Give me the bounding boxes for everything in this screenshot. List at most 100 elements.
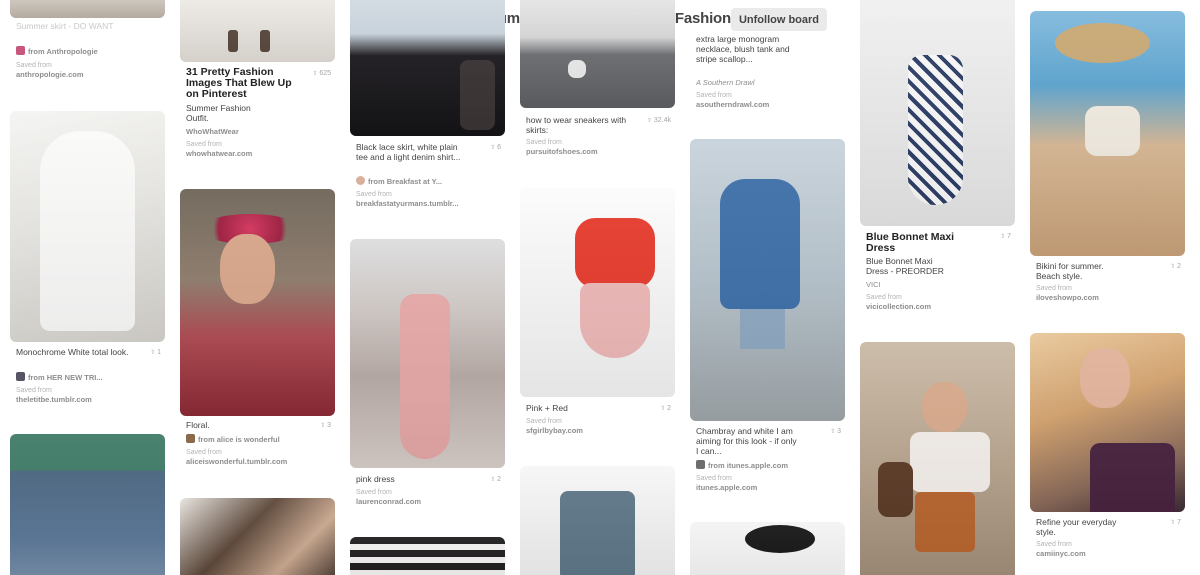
pin-saved-from[interactable]: Saved from itunes.apple.com (696, 474, 757, 492)
repin-count: 2 (660, 405, 671, 412)
repin-count: 3 (830, 428, 841, 435)
image-shape (460, 60, 495, 130)
pin-card[interactable]: pink dress 2 Saved fromlaurenconrad.com (350, 239, 505, 509)
pin-description: Refine your everyday style. (1036, 517, 1117, 537)
pin-image[interactable] (520, 0, 675, 108)
image-shape (910, 432, 990, 492)
pin-image[interactable] (350, 0, 505, 136)
pin-card[interactable] (690, 522, 845, 575)
pin-saved-from[interactable]: Saved from whowhatwear.com (186, 140, 252, 158)
saved-site: itunes.apple.com (696, 483, 758, 492)
pin-image[interactable] (1030, 11, 1185, 256)
pin-saved-from[interactable]: Saved from camiinyc.com (1036, 540, 1086, 558)
pin-image[interactable] (10, 111, 165, 342)
repin-count: 1 (150, 349, 161, 356)
pin-card[interactable] (520, 466, 675, 575)
pin-card[interactable]: Chambray and white I am aiming for this … (690, 139, 845, 499)
pin-source[interactable]: from alice is wonderful (186, 434, 331, 444)
pin-image[interactable] (860, 0, 1015, 226)
pin-source[interactable]: from itunes.apple.com (696, 460, 841, 470)
pin-saved-from[interactable]: Saved from pursuitofshoes.com (526, 138, 598, 156)
pin-source[interactable]: from Breakfast at Y... (356, 176, 501, 186)
pin-saved-from[interactable]: Saved from laurenconrad.com (356, 488, 421, 506)
saved-from-label: Saved from (696, 92, 732, 99)
image-shape (1055, 23, 1150, 63)
pin-saved-from[interactable]: Saved from aliceiswonderful.tumblr.com (186, 448, 287, 466)
saved-site: camiinyc.com (1036, 549, 1086, 558)
image-shape (915, 492, 975, 552)
pin-image[interactable] (1030, 333, 1185, 512)
pin-saved-from[interactable]: Saved from asoutherndrawl.com (696, 91, 769, 109)
saved-from-label: Saved from (1036, 541, 1072, 548)
pin-card[interactable] (10, 434, 165, 575)
pin-card[interactable] (350, 537, 505, 575)
pin-image[interactable] (350, 239, 505, 468)
image-shape (922, 382, 967, 432)
pin-image[interactable] (10, 0, 165, 18)
pin-image[interactable] (180, 0, 335, 62)
pin-card[interactable]: Blue Bonnet Maxi Dress 7 Blue Bonnet Max… (860, 0, 1015, 320)
pin-card[interactable]: Monochrome White total look. 1 from HER … (10, 111, 165, 411)
pin-source-label: from Anthropologie (28, 47, 98, 56)
pin-card[interactable]: extra large monogram necklace, blush tan… (690, 0, 845, 120)
saved-site: laurenconrad.com (356, 497, 422, 506)
saved-site: whowhatwear.com (186, 149, 253, 158)
saved-site: pursuitofshoes.com (526, 147, 598, 156)
image-shape (1085, 106, 1140, 156)
source-avatar (356, 176, 365, 185)
pin-image[interactable] (10, 434, 165, 575)
pin-source[interactable]: from Anthropologie (16, 46, 161, 56)
saved-from-label: Saved from (16, 62, 52, 69)
pin-source[interactable]: VICI (866, 280, 1011, 289)
pin-card[interactable]: Floral. 3 from alice is wonderful Saved … (180, 189, 335, 479)
pin-description: Floral. (186, 420, 210, 430)
saved-from-label: Saved from (356, 489, 392, 496)
pin-saved-from[interactable]: Saved from iloveshowpo.com (1036, 284, 1099, 302)
pin-card[interactable]: 31 Pretty Fashion Images That Blew Up on… (180, 0, 335, 170)
repin-count: 7 (1000, 233, 1011, 240)
pin-saved-from[interactable]: Saved from vicicollection.com (866, 293, 931, 311)
source-avatar (16, 46, 25, 55)
saved-site: sfgirlbybay.com (526, 426, 583, 435)
pin-saved-from[interactable]: Saved from sfgirlbybay.com (526, 417, 583, 435)
image-shape (580, 283, 650, 358)
image-shape (878, 462, 913, 517)
pin-image[interactable] (690, 139, 845, 421)
pin-card[interactable] (180, 498, 335, 575)
saved-site: breakfastatyurmans.tumblr... (356, 199, 459, 208)
pin-card[interactable]: Bikini for summer. Beach style. 2 Saved … (1030, 11, 1185, 311)
pin-image[interactable] (180, 189, 335, 416)
saved-site: anthropologie.com (16, 70, 84, 79)
pin-card[interactable]: Summer skirt - DO WANT from Anthropologi… (10, 0, 165, 82)
pin-card[interactable]: how to wear sneakers with skirts: 32.4k … (520, 0, 675, 165)
pin-card[interactable] (860, 342, 1015, 575)
pin-source[interactable]: A Southern Drawl (696, 78, 841, 87)
pin-source[interactable]: from HER NEW TRI... (16, 372, 161, 382)
pin-image[interactable] (690, 522, 845, 575)
pin-source-label: from itunes.apple.com (708, 461, 789, 470)
pin-image[interactable] (350, 537, 505, 575)
pin-image[interactable] (180, 498, 335, 575)
saved-from-label: Saved from (186, 449, 222, 456)
saved-site: asoutherndrawl.com (696, 100, 770, 109)
pin-description: extra large monogram necklace, blush tan… (696, 34, 790, 64)
pin-source[interactable]: WhoWhatWear (186, 127, 331, 136)
image-shape (575, 218, 655, 288)
pin-card[interactable]: Black lace skirt, white plain tee and a … (350, 0, 505, 220)
pin-description: Pink + Red (526, 403, 568, 413)
pin-saved-from[interactable]: Saved from theletitbe.tumblr.com (16, 386, 92, 404)
image-shape (720, 179, 800, 309)
pin-saved-from[interactable]: Saved from breakfastatyurmans.tumblr... (356, 190, 459, 208)
pin-description: pink dress (356, 474, 395, 484)
image-shape (745, 525, 815, 553)
image-shape (560, 491, 635, 575)
pin-image[interactable] (520, 466, 675, 575)
pin-saved-from[interactable]: Saved from anthropologie.com (16, 61, 84, 79)
pin-source-label: A Southern Drawl (696, 78, 755, 87)
pin-card[interactable]: Refine your everyday style. 7 Saved from… (1030, 333, 1185, 575)
pin-image[interactable] (520, 188, 675, 397)
pin-source-label: from Breakfast at Y... (368, 177, 443, 186)
pin-card[interactable]: Pink + Red 2 Saved fromsfgirlbybay.com (520, 188, 675, 438)
pin-image[interactable] (860, 342, 1015, 575)
image-shape (40, 131, 135, 331)
